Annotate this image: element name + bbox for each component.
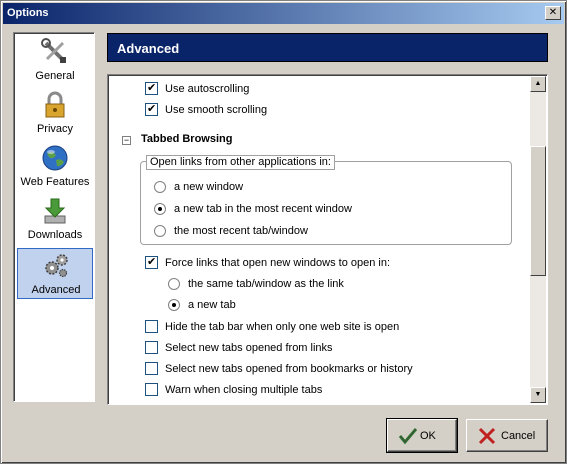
option-label: a new tab xyxy=(188,299,236,311)
category-label: Privacy xyxy=(36,123,74,135)
category-label: General xyxy=(35,70,75,82)
section-title-tabbed-browsing: Tabbed Browsing xyxy=(141,133,233,145)
window-title: Options xyxy=(7,7,49,19)
cross-icon xyxy=(478,427,496,445)
close-window-button[interactable]: ✕ xyxy=(545,6,561,20)
radio-button[interactable] xyxy=(154,225,166,237)
radio-button[interactable] xyxy=(168,278,180,290)
option-label: Use autoscrolling xyxy=(165,83,250,95)
option-label: Hide the tab bar when only one web site … xyxy=(165,321,400,333)
download-icon xyxy=(44,198,66,224)
category-general[interactable]: General xyxy=(17,36,93,86)
option-label: Select new tabs opened from bookmarks or… xyxy=(165,363,413,375)
options-window: Options ✕ General Privacy Web Features D… xyxy=(0,0,567,464)
scroll-down-button[interactable]: ▼ xyxy=(530,387,546,403)
option-label: the most recent tab/window xyxy=(174,225,308,237)
option-label: a new window xyxy=(174,181,244,193)
gears-icon xyxy=(45,254,68,278)
padlock-icon xyxy=(45,91,65,118)
category-advanced[interactable]: Advanced xyxy=(17,248,93,299)
option-label: Force links that open new windows to ope… xyxy=(165,257,391,269)
option-label: a new tab in the most recent window xyxy=(174,203,352,215)
use-smooth-scrolling-checkbox[interactable] xyxy=(145,101,158,117)
category-list: General Privacy Web Features Downloads A… xyxy=(13,32,95,402)
settings-pane: Use autoscrolling Use smooth scrolling −… xyxy=(107,74,548,405)
category-label: Advanced xyxy=(31,284,81,296)
option-label: Warn when closing multiple tabs xyxy=(165,384,323,396)
radio-button[interactable] xyxy=(154,181,166,193)
title-bar: Options ✕ xyxy=(3,3,564,24)
category-label: Downloads xyxy=(27,229,83,241)
vertical-scrollbar[interactable]: ▲ ▼ xyxy=(530,76,546,403)
scroll-up-button[interactable]: ▲ xyxy=(530,76,546,92)
select-tabs-from-links-checkbox[interactable] xyxy=(145,341,158,354)
ok-button-label: OK xyxy=(420,430,436,442)
category-downloads[interactable]: Downloads xyxy=(17,195,93,245)
option-label: Use smooth scrolling xyxy=(165,104,268,116)
scroll-thumb[interactable] xyxy=(530,146,546,276)
panel-title: Advanced xyxy=(117,41,180,56)
option-label: the same tab/window as the link xyxy=(188,278,344,290)
checkmark-icon xyxy=(398,428,418,445)
panel-header: Advanced xyxy=(107,33,548,62)
collapse-section-toggle[interactable]: − xyxy=(122,136,131,145)
force-links-checkbox[interactable] xyxy=(145,254,158,270)
radio-button[interactable] xyxy=(154,203,166,215)
ok-button[interactable]: OK xyxy=(386,418,458,453)
category-label: Web Features xyxy=(20,176,90,188)
cancel-button[interactable]: Cancel xyxy=(466,419,548,452)
use-autoscrolling-checkbox[interactable] xyxy=(145,80,158,96)
warn-closing-tabs-checkbox[interactable] xyxy=(145,383,158,396)
globe-icon xyxy=(42,145,68,171)
select-tabs-from-bookmarks-checkbox[interactable] xyxy=(145,362,158,375)
open-links-group-label: Open links from other applications in: xyxy=(146,155,335,170)
option-label: Select new tabs opened from links xyxy=(165,342,333,354)
category-privacy[interactable]: Privacy xyxy=(17,89,93,139)
tools-icon xyxy=(41,38,66,63)
cancel-button-label: Cancel xyxy=(501,430,536,442)
radio-button[interactable] xyxy=(168,299,180,311)
category-web-features[interactable]: Web Features xyxy=(17,142,93,192)
hide-tab-bar-checkbox[interactable] xyxy=(145,320,158,333)
